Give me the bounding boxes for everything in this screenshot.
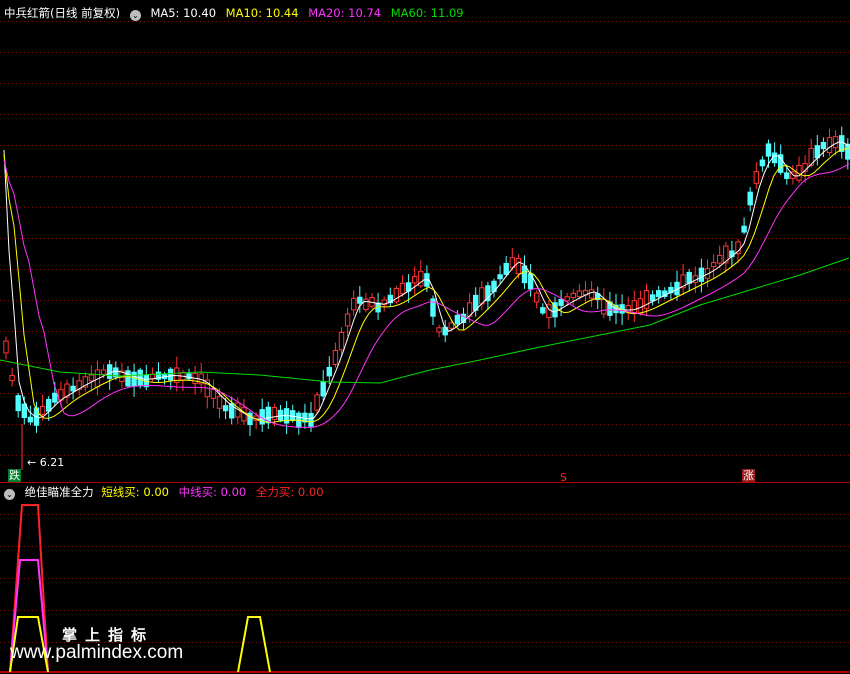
ma60-value: MA60: 11.09 (390, 6, 464, 20)
indicator-title: 绝佳瞄准全力 (24, 485, 94, 499)
candle-body (698, 267, 705, 282)
candle-body (497, 274, 503, 280)
candle-body (363, 298, 369, 311)
candle-body (338, 331, 345, 351)
candle-body (741, 225, 747, 233)
candle-body (314, 394, 320, 411)
stock-chart-window: 中兵红箭(日线 前复权) ⌄ MA5: 10.40 MA10: 10.44 MA… (0, 0, 850, 674)
ma20-value: MA20: 10.74 (308, 6, 382, 20)
candle-body (686, 271, 692, 284)
candle-body (100, 369, 107, 375)
candle-body (747, 191, 753, 206)
candle-body (521, 265, 528, 284)
candle-body (710, 262, 717, 268)
candle-body (454, 314, 461, 325)
candle-body (399, 282, 406, 295)
candle-body (271, 406, 278, 420)
ma10-value: MA10: 10.44 (225, 6, 299, 20)
candle-body (357, 296, 363, 304)
candle-body (27, 416, 34, 423)
candle-body (70, 385, 76, 392)
ma5-value: MA5: 10.40 (150, 6, 217, 20)
candle-body (46, 398, 52, 412)
candle-body (326, 366, 333, 377)
candle-body (351, 297, 357, 311)
candle-body (656, 290, 662, 298)
chevron-down-icon[interactable]: ⌄ (4, 489, 15, 500)
candle-body (759, 159, 766, 167)
ma20-line (3, 159, 850, 428)
rise-tag: 涨 (742, 469, 755, 482)
candle-body (222, 405, 229, 412)
low-price-marker: ← 6.21 (27, 456, 65, 469)
candle-body (21, 403, 28, 419)
candle-body (448, 322, 455, 329)
chevron-down-icon[interactable]: ⌄ (129, 10, 141, 21)
main-panel-legend: 中兵红箭(日线 前复权) ⌄ MA5: 10.40 MA10: 10.44 MA… (4, 5, 470, 21)
candle-body (601, 298, 607, 315)
candle-body (717, 254, 723, 264)
candle-body (832, 136, 839, 149)
candle-body (778, 154, 784, 173)
mid-buy-value: 中线买: 0.00 (178, 485, 247, 499)
s-tag: S (560, 471, 567, 484)
candle-body (826, 137, 833, 153)
candle-body (344, 313, 351, 327)
candle-body (131, 371, 137, 387)
candle-body (277, 409, 284, 421)
candle-body (308, 413, 314, 427)
indicator-panel-legend: ⌄ 绝佳瞄准全力 短线买: 0.00 中线买: 0.00 全力买: 0.00 (4, 484, 330, 500)
candle-body (52, 392, 58, 403)
candle-body (290, 410, 296, 421)
candle-body (88, 374, 95, 382)
candle-body (649, 294, 656, 302)
candle-body (412, 276, 418, 284)
candle-body (534, 292, 540, 303)
candle-body (39, 405, 46, 415)
candle-body (216, 396, 223, 409)
short-buy-value: 短线买: 0.00 (101, 485, 169, 499)
candle-body (588, 289, 595, 299)
candle-body (436, 327, 442, 333)
candle-body (15, 395, 21, 412)
stock-title: 中兵红箭(日线 前复权) (4, 6, 121, 20)
candle-body (558, 298, 564, 306)
candle-body (753, 171, 759, 184)
candle-body (515, 257, 522, 275)
price-chart-canvas[interactable] (0, 0, 850, 674)
candle-body (631, 300, 637, 314)
candle-body (3, 340, 9, 354)
candle-body (637, 298, 644, 314)
candle-body (765, 143, 772, 157)
candle-body (570, 292, 576, 299)
candle-body (845, 143, 850, 160)
candle-body (332, 350, 339, 365)
candle-body (107, 364, 113, 379)
watermark-url: www.palmindex.com (10, 642, 184, 663)
candle-body (320, 381, 326, 397)
candle-body (576, 290, 583, 298)
fall-tag: 跌 (8, 469, 21, 482)
candle-body (503, 262, 509, 275)
candle-body (540, 307, 546, 314)
candle-body (9, 374, 15, 382)
candle-body (168, 368, 174, 381)
candle-body (820, 141, 827, 150)
full-buy-value: 全力买: 0.00 (255, 485, 324, 499)
short-buy-signal (237, 616, 271, 673)
candle-body (125, 370, 131, 387)
candle-body (784, 172, 790, 179)
candle-body (564, 296, 570, 302)
